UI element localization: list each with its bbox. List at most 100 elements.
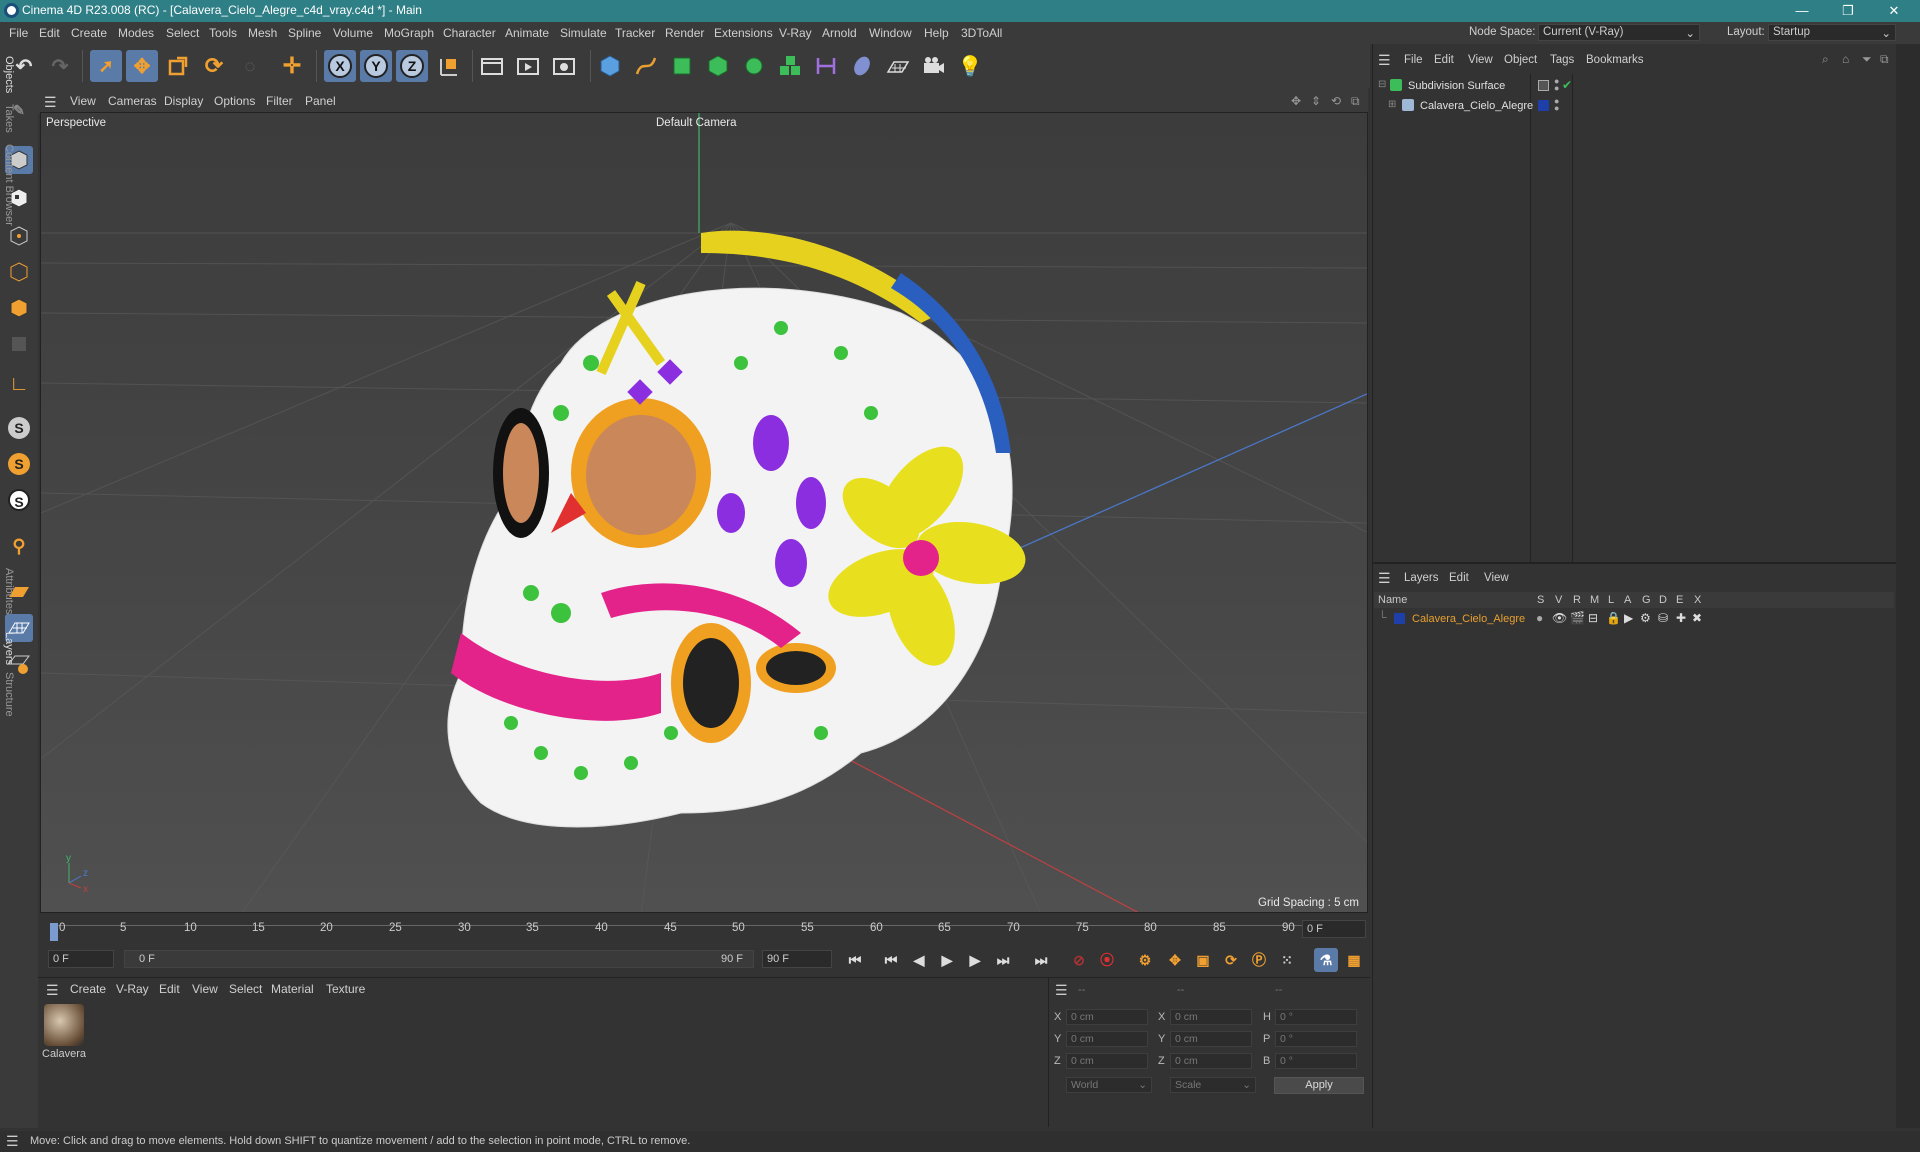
live-select-icon[interactable]: ◌ [234, 50, 266, 82]
redo-icon[interactable]: ↷ [44, 50, 76, 82]
size-y-field[interactable]: 0 cm [1170, 1031, 1252, 1047]
material-menu-view[interactable]: View [192, 982, 218, 996]
deformer-icon[interactable]: ⛁ [1658, 611, 1668, 625]
eye-icon[interactable]: 👁 [1552, 611, 1567, 625]
floor-icon[interactable] [882, 50, 914, 82]
menu-extensions[interactable]: Extensions [714, 26, 773, 40]
menu-mesh[interactable]: Mesh [248, 26, 277, 40]
menu-file[interactable]: File [9, 26, 28, 40]
rotation-b-field[interactable]: 0 ° [1275, 1053, 1357, 1069]
position-z-field[interactable]: 0 cm [1066, 1053, 1148, 1069]
edges-mode-icon[interactable] [5, 258, 33, 286]
filter-icon[interactable]: ⏷ [1862, 52, 1872, 67]
rotate-icon[interactable]: ⟳ [198, 50, 230, 82]
menu-mograph[interactable]: MoGraph [384, 26, 434, 40]
previous-key-icon[interactable]: ⏮ [880, 950, 902, 970]
calavera-skull-model[interactable] [447, 230, 1031, 828]
motion-tracking-icon[interactable]: ⚗ [1314, 948, 1338, 972]
hamburger-icon[interactable]: ☰ [44, 94, 57, 111]
key-point-level-icon[interactable]: ⁙ [1276, 950, 1298, 970]
material-name[interactable]: Calavera [42, 1048, 86, 1060]
end-frame-field[interactable]: 90 F [762, 950, 832, 968]
play-icon[interactable]: ▶ [936, 950, 958, 970]
coordinate-system-icon[interactable] [432, 50, 464, 82]
y-axis-lock-button[interactable]: Y [360, 50, 392, 82]
pan-view-icon[interactable]: ✥ [1291, 94, 1301, 108]
material-menu-edit[interactable]: Edit [159, 982, 180, 996]
light-bulb-icon[interactable]: 💡 [954, 50, 986, 82]
playhead[interactable] [50, 923, 58, 941]
material-menu-vray[interactable]: V-Ray [116, 982, 149, 996]
menu-edit[interactable]: Edit [39, 26, 60, 40]
key-position-icon[interactable]: ✥ [1164, 950, 1186, 970]
tab-attributes[interactable]: Attributes [3, 568, 15, 614]
search-icon[interactable]: ⌕ [1822, 52, 1829, 67]
new-window-icon[interactable]: ⧉ [1880, 52, 1889, 67]
size-mode-select[interactable]: Scale ⌄ [1170, 1077, 1256, 1093]
visibility-dots-icon[interactable]: ● ● [1554, 97, 1559, 113]
viewport-menu-options[interactable]: Options [214, 94, 255, 108]
next-frame-icon[interactable]: ▶ [964, 950, 986, 970]
hamburger-icon[interactable]: ☰ [1378, 570, 1391, 587]
menu-volume[interactable]: Volume [333, 26, 373, 40]
objects-menu-file[interactable]: File [1404, 54, 1423, 66]
add-axis-icon[interactable]: ✛ [276, 50, 308, 82]
hamburger-icon[interactable]: ☰ [1378, 52, 1391, 69]
object-name[interactable]: Subdivision Surface [1408, 80, 1505, 92]
menu-select[interactable]: Select [166, 26, 199, 40]
timeline-ruler[interactable] [40, 913, 1368, 949]
minimize-button[interactable]: — [1782, 0, 1822, 22]
menu-help[interactable]: Help [924, 26, 949, 40]
key-parameter-icon[interactable]: Ⓟ [1248, 950, 1270, 970]
rotation-h-field[interactable]: 0 ° [1275, 1009, 1357, 1025]
layers-menu-edit[interactable]: Edit [1449, 572, 1469, 584]
tree-collapse-icon[interactable]: ⊟ [1378, 79, 1386, 90]
viewport-menu-display[interactable]: Display [164, 94, 203, 108]
apply-button[interactable]: Apply [1274, 1077, 1364, 1094]
menu-vray[interactable]: V-Ray [779, 26, 812, 40]
perspective-viewport[interactable]: y z x [40, 112, 1368, 913]
render-clapper-icon[interactable]: 🎬 [1570, 611, 1585, 625]
menu-animate[interactable]: Animate [505, 26, 549, 40]
maximize-button[interactable]: ❐ [1828, 0, 1868, 22]
polygons-mode-icon[interactable] [5, 294, 33, 322]
z-axis-lock-button[interactable]: Z [396, 50, 428, 82]
frame-range-slider[interactable]: 0 F 90 F [124, 950, 754, 968]
move-icon[interactable]: ✥ [126, 50, 158, 82]
subdivision-surface-icon[interactable] [666, 50, 698, 82]
key-scale-icon[interactable]: ▣ [1192, 950, 1214, 970]
objects-menu-object[interactable]: Object [1504, 54, 1537, 66]
material-menu-select[interactable]: Select [229, 982, 262, 996]
sphere-field-icon[interactable] [846, 50, 878, 82]
coordinate-space-select[interactable]: World ⌄ [1066, 1077, 1152, 1093]
size-z-field[interactable]: 0 cm [1170, 1053, 1252, 1069]
close-button[interactable]: ✕ [1874, 0, 1914, 22]
generator-icon[interactable]: ⚙ [1640, 611, 1651, 625]
dolly-view-icon[interactable]: ⇕ [1311, 94, 1321, 108]
pen-spline-icon[interactable] [630, 50, 662, 82]
menu-simulate[interactable]: Simulate [560, 26, 607, 40]
menu-render[interactable]: Render [665, 26, 704, 40]
cube-icon[interactable] [594, 50, 626, 82]
snap-icon[interactable]: S [5, 414, 33, 442]
array-icon[interactable] [774, 50, 806, 82]
magnet-icon[interactable]: ⚲ [5, 532, 33, 560]
render-view-icon[interactable] [476, 50, 508, 82]
cloner-icon[interactable] [738, 50, 770, 82]
render-to-picture-viewer-icon[interactable] [512, 50, 544, 82]
viewport-menu-filter[interactable]: Filter [266, 94, 293, 108]
objects-menu-tags[interactable]: Tags [1550, 54, 1574, 66]
menu-tracker[interactable]: Tracker [615, 26, 655, 40]
points-mode-icon[interactable] [5, 222, 33, 250]
layers-menu-layers[interactable]: Layers [1404, 572, 1439, 584]
record-disabled-icon[interactable]: ⊘ [1068, 950, 1090, 970]
material-menu-create[interactable]: Create [70, 982, 106, 996]
size-x-field[interactable]: 0 cm [1170, 1009, 1252, 1025]
node-space-select[interactable]: Current (V-Ray) ⌄ [1538, 24, 1700, 41]
go-to-start-icon[interactable]: ⏮ [844, 950, 866, 970]
snap-settings-icon[interactable]: S [5, 450, 33, 478]
maximize-view-icon[interactable]: ⧉ [1351, 94, 1360, 109]
home-icon[interactable]: ⌂ [1842, 52, 1849, 66]
object-row[interactable]: ⊟ Subdivision Surface ● ● ✔ [1376, 77, 1896, 96]
tab-content-browser[interactable]: Content Browser [3, 144, 15, 226]
